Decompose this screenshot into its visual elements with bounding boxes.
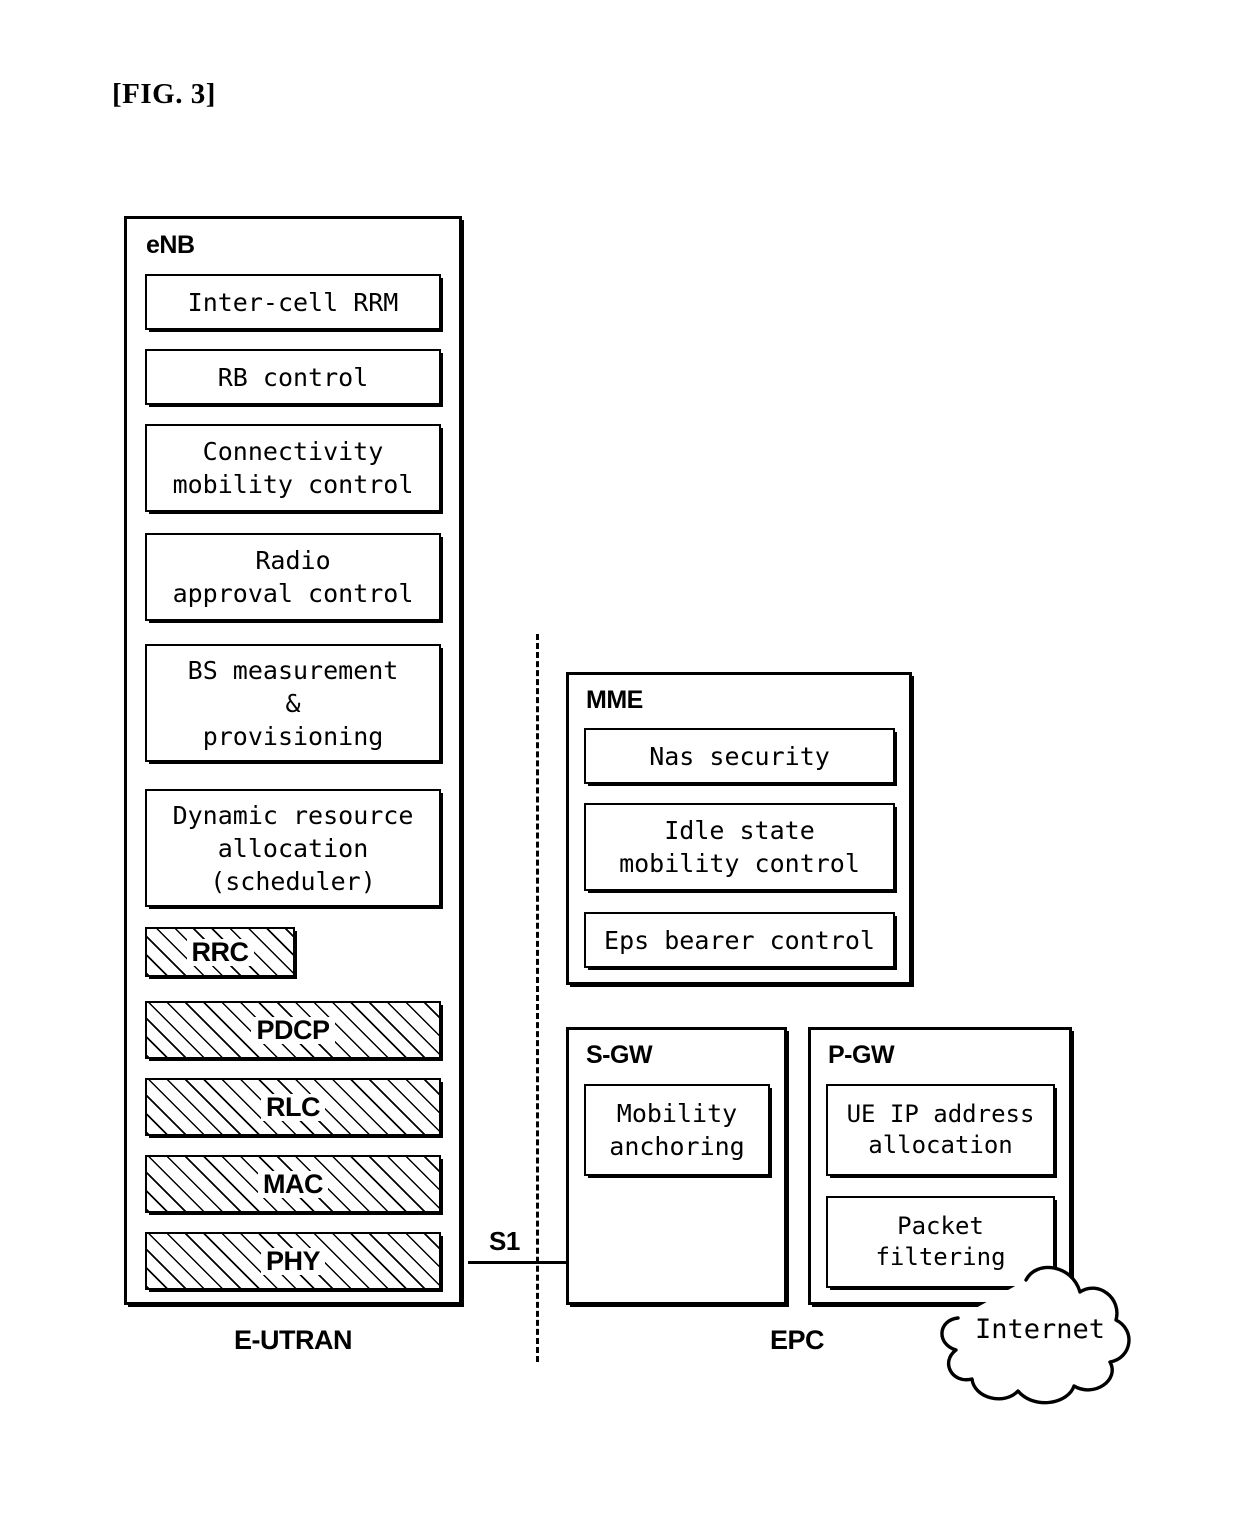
internet-label: Internet [975, 1314, 1106, 1345]
enb-function-connectivity-mobility-control: Connectivity mobility control [145, 424, 441, 512]
mme-label: MME [586, 686, 643, 714]
enb-layer-rrc: RRC [145, 927, 295, 977]
sgw-label: S-GW [586, 1041, 653, 1069]
enb-layer-pdcp: PDCP [145, 1001, 441, 1059]
pgw-label: P-GW [828, 1041, 895, 1069]
domain-caption-epc: EPC [770, 1325, 825, 1355]
mme-function-eps-bearer-control: Eps bearer control [584, 912, 895, 968]
enb-function-text: BS measurement & provisioning [187, 655, 399, 751]
enb-layer-label: PDCP [251, 1016, 335, 1044]
enb-function-text: RB control [217, 362, 369, 392]
enb-function-dynamic-resource-allocation: Dynamic resource allocation (scheduler) [145, 789, 441, 907]
pgw-function-text: UE IP address allocation [846, 1100, 1035, 1159]
enb-layer-label: PHY [260, 1247, 326, 1275]
enb-function-text: Connectivity mobility control [172, 437, 414, 499]
enb-layer-rlc: RLC [145, 1078, 441, 1136]
s1-interface-line [468, 1261, 578, 1264]
eutran-epc-divider [536, 634, 539, 1362]
mme-function-text: Nas security [649, 741, 830, 771]
enb-function-text: Inter-cell RRM [187, 287, 399, 317]
figure-title: [FIG. 3] [112, 78, 216, 110]
sgw-function-mobility-anchoring: Mobility anchoring [584, 1084, 770, 1176]
mme-function-text: Eps bearer control [604, 925, 875, 955]
mme-function-idle-state-mobility-control: Idle state mobility control [584, 803, 895, 891]
enb-function-inter-cell-rrm: Inter-cell RRM [145, 274, 441, 330]
enb-layer-label: RRC [186, 938, 254, 966]
enb-function-text: Radio approval control [172, 546, 414, 608]
enb-layer-label: RLC [261, 1093, 325, 1121]
s1-interface-label: S1 [489, 1226, 520, 1256]
mme-function-text: Idle state mobility control [619, 816, 860, 878]
sgw-function-text: Mobility anchoring [609, 1099, 745, 1161]
enb-function-radio-approval-control: Radio approval control [145, 533, 441, 621]
enb-layer-label: MAC [258, 1170, 328, 1198]
enb-function-text: Dynamic resource allocation (scheduler) [172, 800, 414, 896]
enb-function-rb-control: RB control [145, 349, 441, 405]
enb-layer-mac: MAC [145, 1155, 441, 1213]
mme-function-nas-security: Nas security [584, 728, 895, 784]
domain-caption-eutran: E-UTRAN [234, 1325, 353, 1355]
enb-label: eNB [146, 231, 195, 259]
enb-function-bs-measurement-provisioning: BS measurement & provisioning [145, 644, 441, 762]
pgw-function-ue-ip-address-allocation: UE IP address allocation [826, 1084, 1055, 1176]
enb-layer-phy: PHY [145, 1232, 441, 1290]
